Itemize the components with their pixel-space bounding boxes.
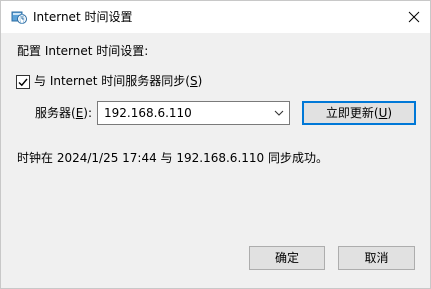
close-button[interactable]: [398, 1, 430, 33]
server-combobox[interactable]: 192.168.6.110: [97, 101, 290, 125]
window-title: Internet 时间设置: [33, 10, 133, 24]
close-icon: [408, 11, 420, 23]
title-bar[interactable]: Internet 时间设置: [1, 1, 430, 33]
cancel-button[interactable]: 取消: [338, 246, 415, 270]
checkmark-icon: [18, 78, 28, 87]
sync-checkbox[interactable]: [16, 75, 30, 89]
server-label: 服务器(E):: [35, 106, 93, 120]
dialog-body: 配置 Internet 时间设置: 与 Internet 时间服务器同步(S) …: [1, 33, 430, 288]
sync-checkbox-label[interactable]: 与 Internet 时间服务器同步(S): [34, 74, 202, 88]
cancel-label: 取消: [364, 251, 389, 265]
internet-time-dialog: Internet 时间设置 配置 Internet 时间设置: 与 Intern…: [0, 0, 431, 289]
update-now-button[interactable]: 立即更新(U): [302, 101, 416, 125]
sync-status-message: 时钟在 2024/1/25 17:44 与 192.168.6.110 同步成功…: [17, 151, 328, 165]
internet-time-globe-icon: [11, 11, 27, 24]
ok-label: 确定: [274, 251, 299, 265]
config-heading: 配置 Internet 时间设置:: [17, 44, 149, 58]
chevron-down-icon[interactable]: [273, 108, 285, 118]
update-now-label: 立即更新(U): [325, 106, 393, 120]
ok-button[interactable]: 确定: [249, 246, 325, 270]
server-value: 192.168.6.110: [104, 106, 192, 120]
